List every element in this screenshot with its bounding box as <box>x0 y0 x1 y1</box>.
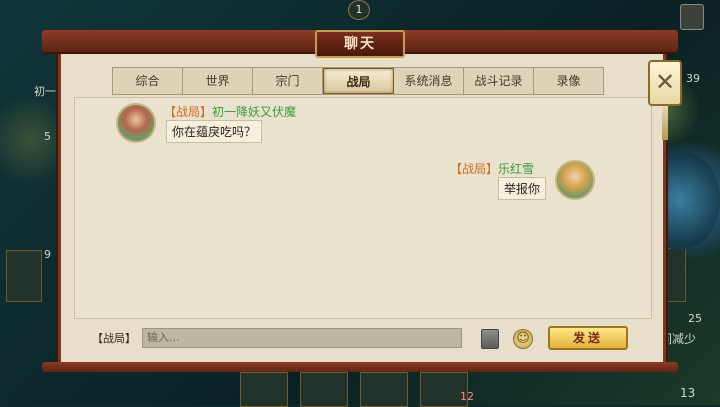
message-header: 【战局】乐红雪 <box>450 160 534 177</box>
bg-count-bottom: 12 <box>460 390 474 403</box>
message-bubble: 你在蕴戾吃吗？ <box>166 120 263 143</box>
tab-world[interactable]: 世界 <box>183 68 253 94</box>
avatar-player-2[interactable] <box>555 160 595 200</box>
top-counter: 1 <box>348 0 370 20</box>
message-channel: 【战局】 <box>450 162 499 176</box>
close-control: ✕ <box>648 54 682 142</box>
message-header: 【战局】初一降妖又伏魔 <box>164 103 296 120</box>
panel-title: 聊天 <box>315 30 405 58</box>
bg-count-right-1: 39 <box>686 72 700 85</box>
bg-card-left <box>6 250 42 302</box>
bg-count-left-2: 9 <box>44 248 51 261</box>
avatar-player-1[interactable] <box>116 103 156 143</box>
tab-general[interactable]: 综合 <box>113 68 183 94</box>
scroll-icon[interactable] <box>680 4 704 30</box>
channel-tabs: 综合 世界 宗门 战局 系统消息 战斗记录 录像 <box>112 67 604 95</box>
bg-hand-card-3 <box>360 372 408 407</box>
message-sender[interactable]: 初一降妖又伏魔 <box>212 105 296 119</box>
tab-system-messages[interactable]: 系统消息 <box>394 68 464 94</box>
tab-battle-log[interactable]: 战斗记录 <box>464 68 534 94</box>
bg-hand-card-1 <box>240 372 288 407</box>
input-channel-label: 【战局】 <box>92 332 136 345</box>
tassel-decoration <box>662 106 668 140</box>
chat-log[interactable] <box>74 97 652 319</box>
chat-input-row: 【战局】 输入... ☺ 发送 <box>86 326 638 352</box>
bg-count-right-2: 25 <box>688 312 702 325</box>
message-sender[interactable]: 乐红雪 <box>498 162 534 176</box>
send-button[interactable]: 发送 <box>548 326 628 350</box>
close-icon[interactable]: ✕ <box>648 60 682 106</box>
message-channel: 【战局】 <box>164 105 213 119</box>
bg-hand-card-2 <box>300 372 348 407</box>
bg-count-right-3: 13 <box>680 386 696 400</box>
tab-replay[interactable]: 录像 <box>534 68 603 94</box>
tab-battle[interactable]: 战局 <box>323 68 394 94</box>
phrasebook-icon[interactable] <box>481 329 499 349</box>
chat-input[interactable]: 输入... <box>142 328 462 348</box>
tab-sect[interactable]: 宗门 <box>253 68 323 94</box>
bg-count-left-1: 5 <box>44 130 51 143</box>
emoji-icon[interactable]: ☺ <box>513 329 533 349</box>
panel-bottom-beam <box>42 362 678 372</box>
message-bubble: 举报你 <box>498 177 547 200</box>
